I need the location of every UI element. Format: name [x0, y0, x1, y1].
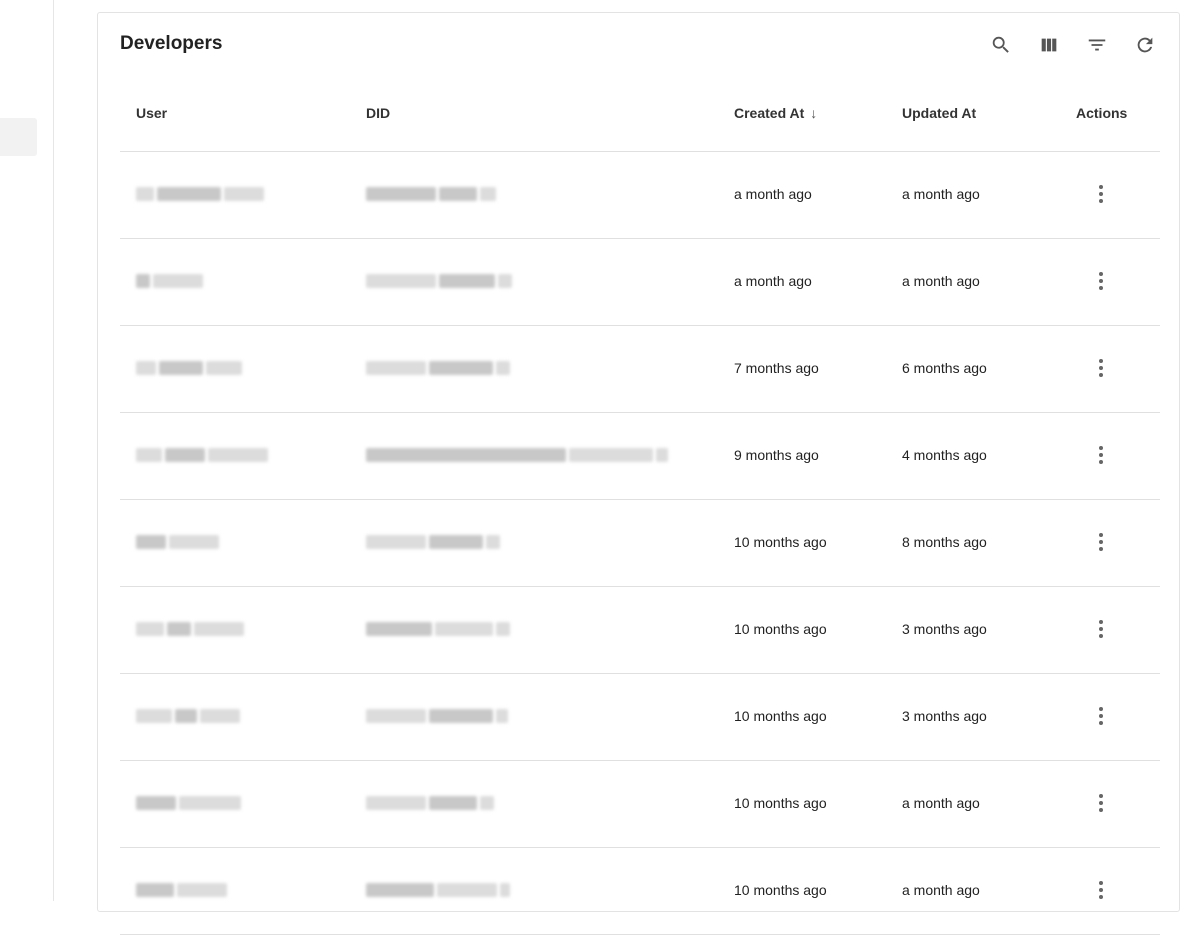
user-cell-redacted	[136, 180, 264, 208]
more-vertical-icon	[1099, 533, 1103, 551]
developers-table: User DID Created At ↓ Updated At Actions …	[120, 81, 1160, 935]
search-button[interactable]	[981, 31, 1021, 59]
table-row[interactable]: 7 months ago 6 months ago	[120, 326, 1160, 413]
created-at-cell: 7 months ago	[734, 360, 819, 376]
panel-title: Developers	[120, 33, 223, 54]
column-header-created-at-label: Created At	[734, 105, 805, 121]
did-cell-redacted	[366, 354, 510, 382]
user-cell-redacted	[136, 267, 203, 295]
table-row[interactable]: 10 months ago a month ago	[120, 848, 1160, 935]
did-cell-redacted	[366, 789, 494, 817]
more-vertical-icon	[1099, 620, 1103, 638]
more-vertical-icon	[1099, 185, 1103, 203]
updated-at-cell: 3 months ago	[902, 708, 987, 724]
created-at-cell: 9 months ago	[734, 447, 819, 463]
table-header: User DID Created At ↓ Updated At Actions	[120, 81, 1160, 152]
created-at-cell: a month ago	[734, 186, 812, 202]
updated-at-cell: 8 months ago	[902, 534, 987, 550]
table-row[interactable]: 9 months ago 4 months ago	[120, 413, 1160, 500]
table-row[interactable]: a month ago a month ago	[120, 152, 1160, 239]
created-at-cell: 10 months ago	[734, 534, 827, 550]
filter-button[interactable]	[1077, 31, 1117, 59]
more-vertical-icon	[1099, 359, 1103, 377]
created-at-cell: 10 months ago	[734, 882, 827, 898]
row-actions-button[interactable]	[1088, 876, 1114, 904]
column-header-actions: Actions	[1076, 105, 1128, 121]
did-cell-redacted	[366, 528, 500, 556]
more-vertical-icon	[1099, 707, 1103, 725]
column-header-updated-at[interactable]: Updated At	[902, 105, 976, 121]
more-vertical-icon	[1099, 446, 1103, 464]
user-cell-redacted	[136, 354, 242, 382]
created-at-cell: 10 months ago	[734, 621, 827, 637]
sidebar-item-active[interactable]	[0, 118, 37, 156]
view-columns-icon	[1041, 38, 1057, 52]
user-cell-redacted	[136, 441, 268, 469]
created-at-cell: 10 months ago	[734, 795, 827, 811]
did-cell-redacted	[366, 267, 512, 295]
row-actions-button[interactable]	[1088, 267, 1114, 295]
refresh-button[interactable]	[1125, 31, 1165, 59]
table-row[interactable]: 10 months ago 8 months ago	[120, 500, 1160, 587]
row-actions-button[interactable]	[1088, 354, 1114, 382]
column-header-user[interactable]: User	[136, 105, 167, 121]
updated-at-cell: a month ago	[902, 273, 980, 289]
did-cell-redacted	[366, 702, 508, 730]
sort-descending-icon: ↓	[810, 105, 818, 121]
table-body: a month ago a month ago a month ago a month…	[120, 152, 1160, 935]
user-cell-redacted	[136, 789, 241, 817]
user-cell-redacted	[136, 615, 244, 643]
developers-panel: Developers User DID Created At ↓ Updated …	[97, 12, 1180, 935]
more-vertical-icon	[1099, 881, 1103, 899]
table-row[interactable]: 10 months ago a month ago	[120, 761, 1160, 848]
did-cell-redacted	[366, 180, 496, 208]
table-row[interactable]: a month ago a month ago	[120, 239, 1160, 326]
updated-at-cell: a month ago	[902, 795, 980, 811]
column-header-created-at[interactable]: Created At ↓	[734, 105, 817, 121]
column-header-did[interactable]: DID	[366, 105, 390, 121]
updated-at-cell: a month ago	[902, 882, 980, 898]
search-icon	[992, 36, 1009, 53]
more-vertical-icon	[1099, 272, 1103, 290]
more-vertical-icon	[1099, 794, 1103, 812]
row-actions-button[interactable]	[1088, 789, 1114, 817]
did-cell-redacted	[366, 615, 510, 643]
updated-at-cell: a month ago	[902, 186, 980, 202]
did-cell-redacted	[366, 876, 510, 904]
table-toolbar	[981, 31, 1165, 59]
created-at-cell: a month ago	[734, 273, 812, 289]
user-cell-redacted	[136, 876, 227, 904]
sidebar	[0, 0, 54, 901]
updated-at-cell: 3 months ago	[902, 621, 987, 637]
table-row[interactable]: 10 months ago 3 months ago	[120, 674, 1160, 761]
table-row[interactable]: 10 months ago 3 months ago	[120, 587, 1160, 674]
filter-icon	[1088, 39, 1106, 51]
did-cell-redacted	[366, 441, 668, 469]
updated-at-cell: 6 months ago	[902, 360, 987, 376]
updated-at-cell: 4 months ago	[902, 447, 987, 463]
user-cell-redacted	[136, 528, 219, 556]
row-actions-button[interactable]	[1088, 441, 1114, 469]
created-at-cell: 10 months ago	[734, 708, 827, 724]
row-actions-button[interactable]	[1088, 615, 1114, 643]
user-cell-redacted	[136, 702, 240, 730]
row-actions-button[interactable]	[1088, 702, 1114, 730]
refresh-icon	[1137, 37, 1153, 53]
view-columns-button[interactable]	[1029, 31, 1069, 59]
row-actions-button[interactable]	[1088, 528, 1114, 556]
row-actions-button[interactable]	[1088, 180, 1114, 208]
